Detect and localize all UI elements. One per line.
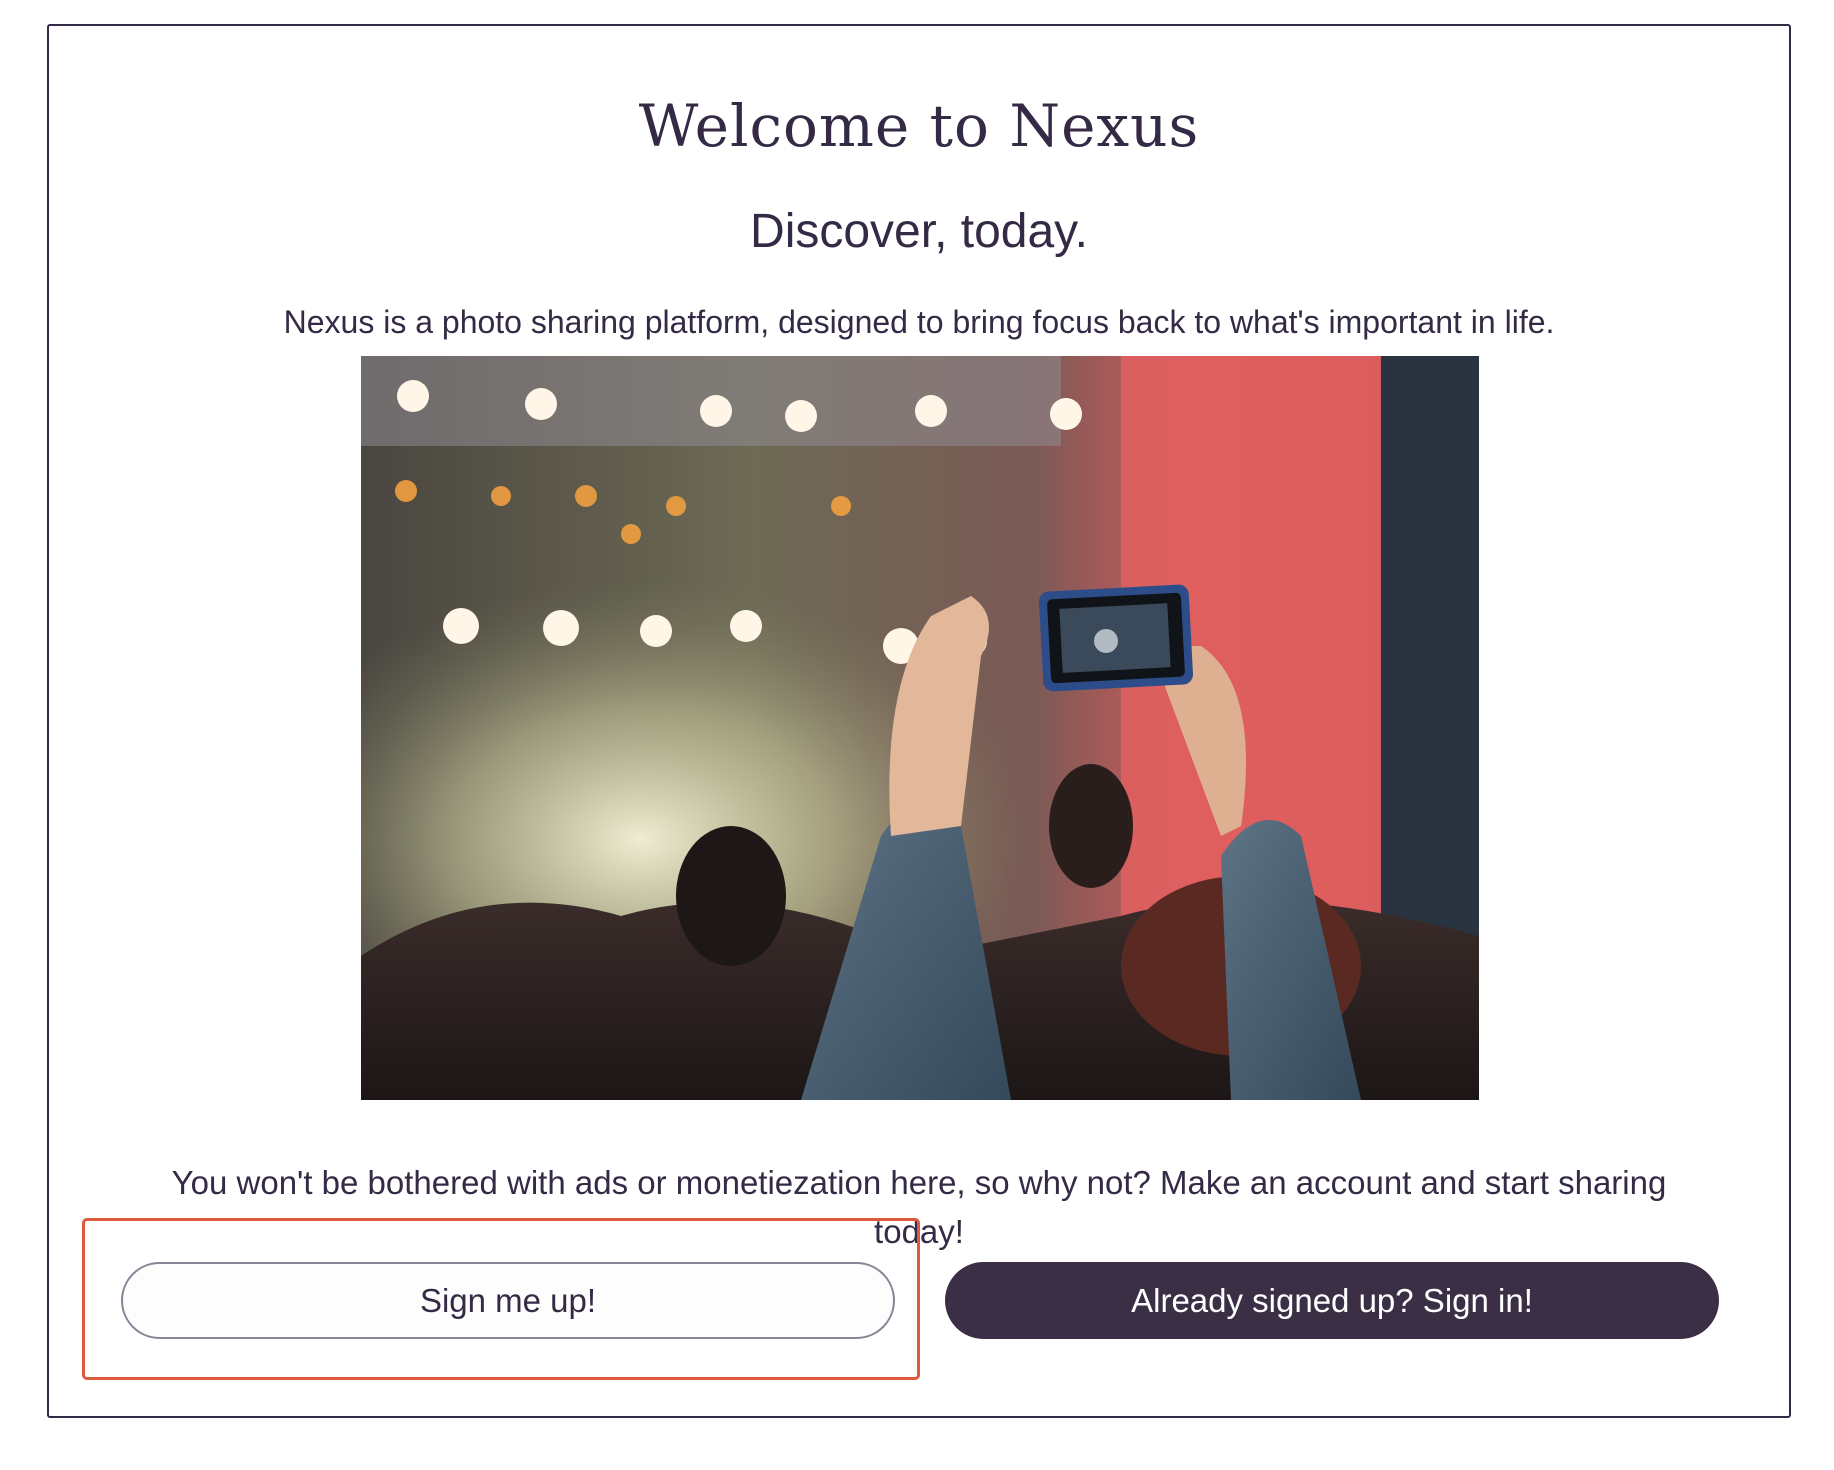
sign-in-button[interactable]: Already signed up? Sign in! bbox=[945, 1262, 1719, 1339]
intro-text: Nexus is a photo sharing platform, desig… bbox=[283, 304, 1555, 340]
hero-image bbox=[361, 356, 1479, 1100]
welcome-card: Welcome to Nexus Discover, today. Nexus … bbox=[47, 24, 1791, 1418]
page-subtitle: Discover, today. bbox=[750, 205, 1088, 258]
page-title: Welcome to Nexus bbox=[638, 92, 1200, 160]
sign-up-button[interactable]: Sign me up! bbox=[121, 1262, 895, 1339]
